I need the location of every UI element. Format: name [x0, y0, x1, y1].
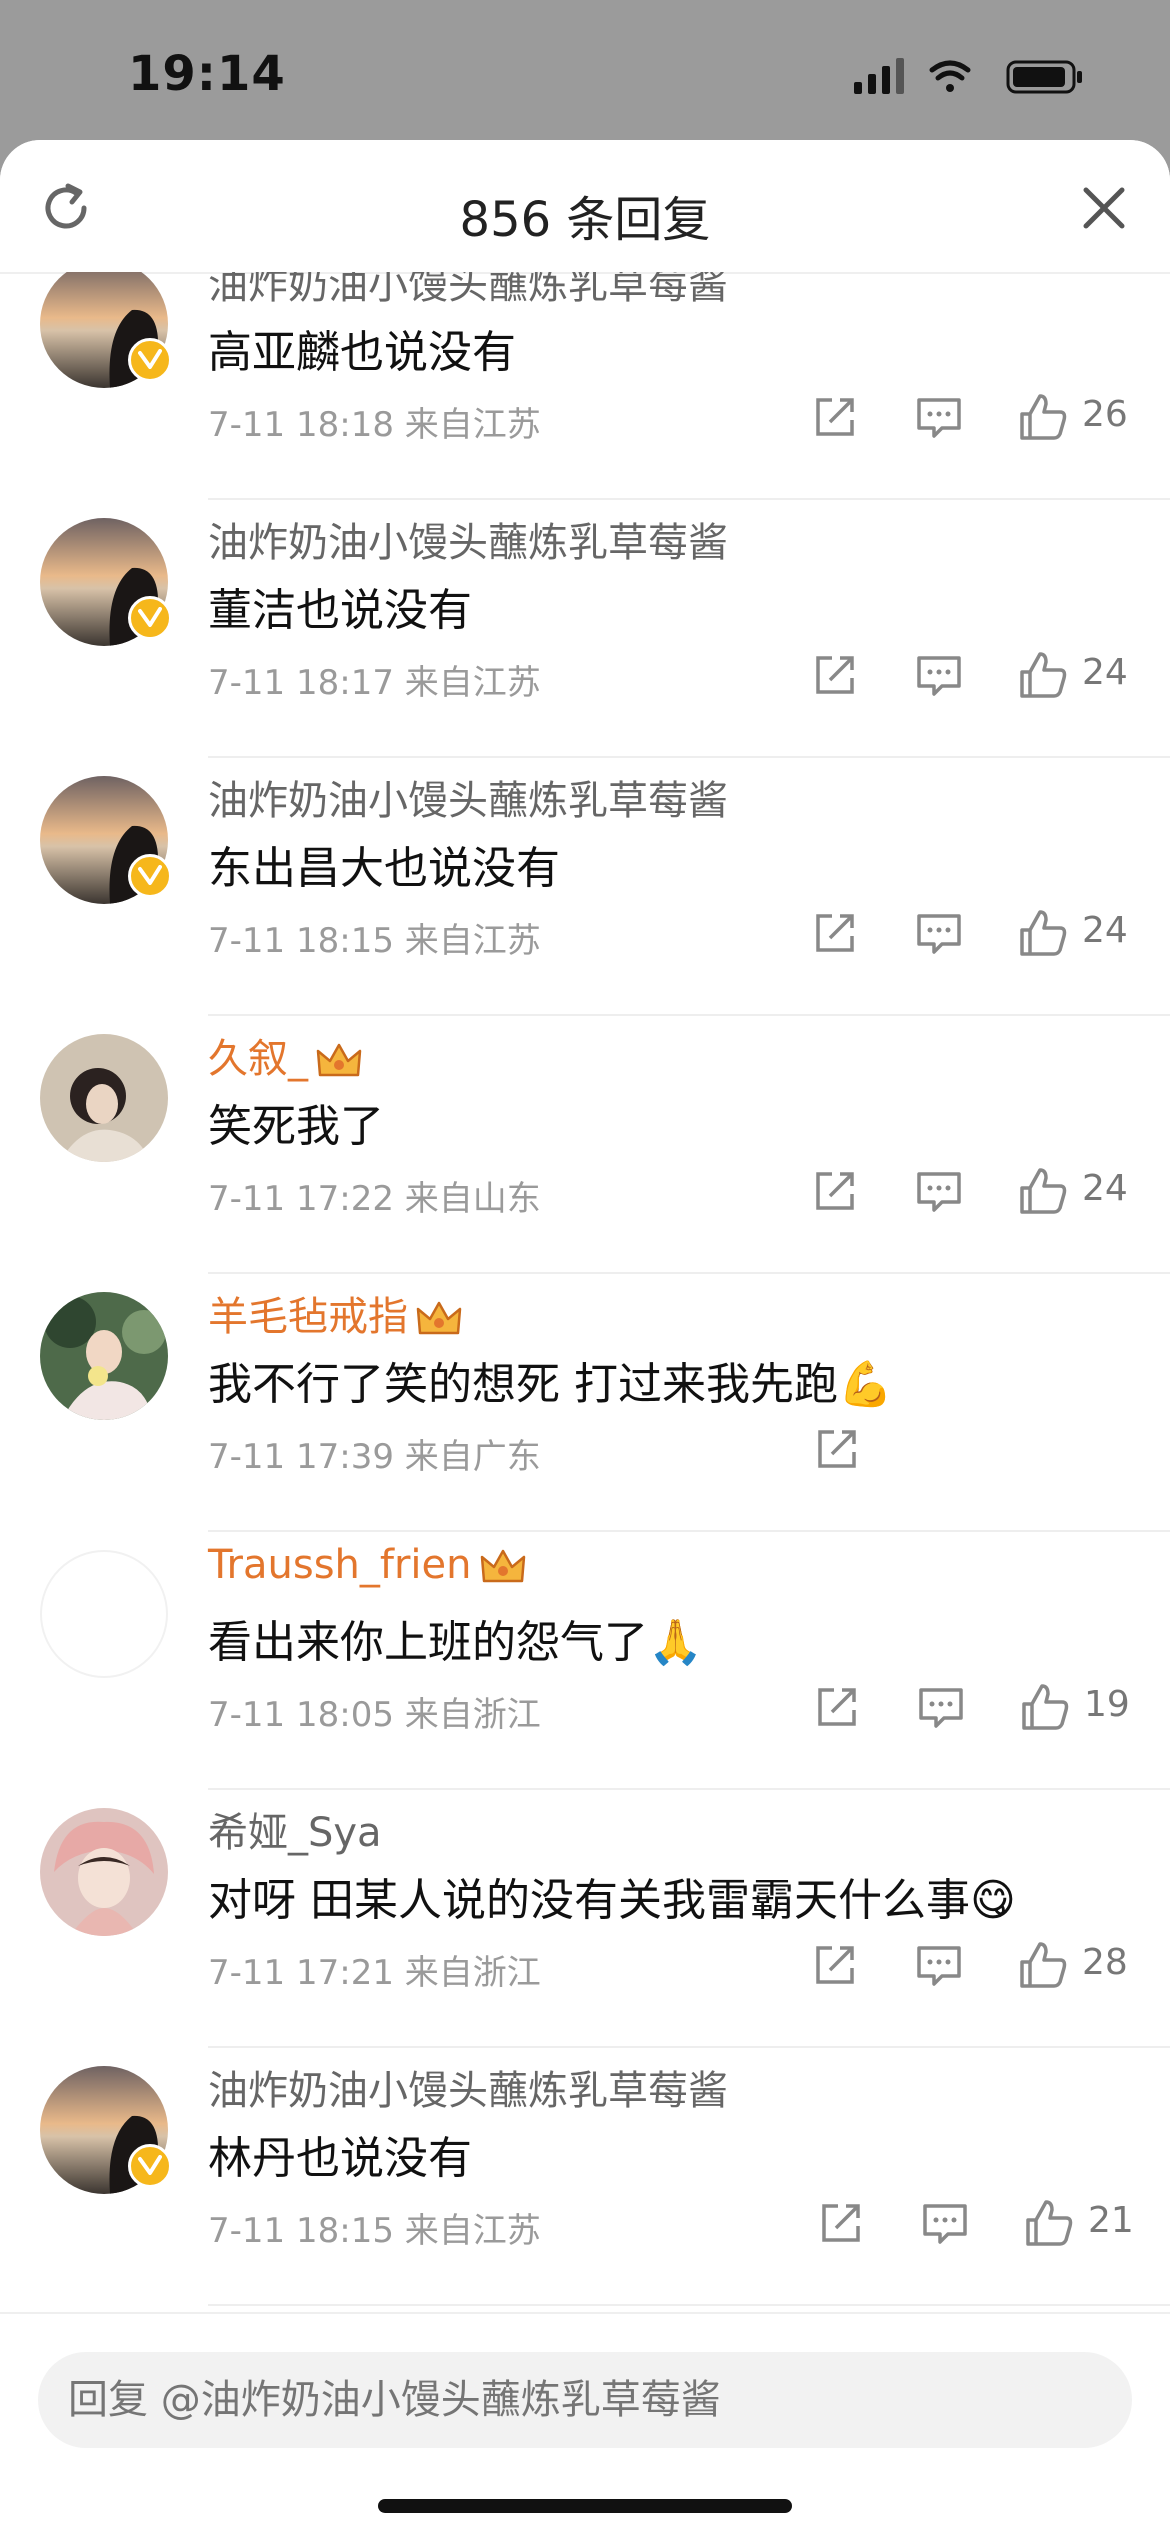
share-icon[interactable] — [810, 908, 860, 958]
like-icon[interactable] — [1018, 650, 1068, 700]
status-time: 19:14 — [128, 46, 286, 102]
home-indicator[interactable] — [378, 2499, 792, 2513]
replies-sheet: 856 条回复 油炸奶油小馒头蘸炼乳草莓酱 高亚麟也说没有 7-11 18:18… — [0, 140, 1170, 2532]
comment-username[interactable]: 希娅_Sya — [208, 1800, 382, 1858]
crown-icon — [480, 1549, 525, 1583]
comment-icon[interactable] — [914, 1940, 964, 1990]
sheet-header: 856 条回复 — [0, 140, 1170, 274]
like-count: 24 — [1082, 910, 1128, 951]
comment-meta: 7-11 17:22 来自山东 — [208, 1179, 541, 1219]
comment-item: 油炸奶油小馒头蘸炼乳草莓酱 林丹也说没有 7-11 18:15 来自江苏 21 — [0, 2048, 1170, 2306]
reply-bar — [0, 2312, 1170, 2532]
comment-username[interactable]: 油炸奶油小馒头蘸炼乳草莓酱 — [208, 272, 728, 310]
comment-meta: 7-11 18:15 来自江苏 — [208, 921, 541, 961]
verified-badge-icon — [128, 2144, 172, 2188]
comment-meta: 7-11 17:21 来自浙江 — [208, 1953, 541, 1993]
share-icon[interactable] — [812, 1682, 862, 1732]
comment-meta: 7-11 18:18 来自江苏 — [208, 405, 541, 445]
avatar[interactable] — [40, 1292, 168, 1420]
like-icon[interactable] — [1018, 1166, 1068, 1216]
comment-item: Traussh_frien 看出来你上班的怨气了🙏 7-11 18:05 来自浙… — [0, 1532, 1170, 1790]
comment-text: 我不行了笑的想死 打过来我先跑💪 — [208, 1359, 893, 1410]
comment-item: 久叙_ 笑死我了 7-11 17:22 来自山东 24 — [0, 1016, 1170, 1274]
share-icon[interactable] — [816, 2198, 866, 2248]
cellular-signal-icon — [854, 58, 904, 94]
comment-username[interactable]: Traussh_frien — [208, 1542, 526, 1588]
avatar[interactable] — [40, 1808, 168, 1936]
comment-meta: 7-11 17:39 来自广东 — [208, 1437, 541, 1477]
like-count: 26 — [1082, 394, 1128, 435]
sheet-title: 856 条回复 — [459, 192, 711, 248]
crown-icon — [416, 1301, 462, 1335]
avatar[interactable] — [40, 1550, 168, 1678]
like-icon[interactable] — [1018, 392, 1068, 442]
comment-username[interactable]: 油炸奶油小馒头蘸炼乳草莓酱 — [208, 510, 728, 568]
share-icon[interactable] — [812, 1424, 862, 1474]
comment-item: 油炸奶油小馒头蘸炼乳草莓酱 东出昌大也说没有 7-11 18:15 来自江苏 2… — [0, 758, 1170, 1016]
avatar[interactable] — [40, 1034, 168, 1162]
crown-icon — [316, 1043, 362, 1077]
status-bar: 19:14 — [0, 0, 1170, 140]
close-icon[interactable] — [1078, 182, 1130, 234]
like-count: 19 — [1084, 1684, 1130, 1725]
comment-meta: 7-11 18:15 来自江苏 — [208, 2211, 541, 2251]
comment-icon[interactable] — [914, 908, 964, 958]
comment-username[interactable]: 羊毛毡戒指 — [208, 1284, 462, 1342]
like-count: 28 — [1082, 1942, 1128, 1983]
comment-item: 油炸奶油小馒头蘸炼乳草莓酱 高亚麟也说没有 7-11 18:18 来自江苏 26 — [0, 272, 1170, 500]
comment-text: 看出来你上班的怨气了🙏 — [208, 1617, 703, 1668]
share-icon[interactable] — [810, 392, 860, 442]
divider — [208, 2304, 1170, 2306]
comment-item: 油炸奶油小馒头蘸炼乳草莓酱 董洁也说没有 7-11 18:17 来自江苏 24 — [0, 500, 1170, 758]
like-icon[interactable] — [1024, 2198, 1074, 2248]
status-icons — [854, 58, 1082, 94]
battery-icon — [1006, 60, 1082, 94]
comment-list[interactable]: 油炸奶油小馒头蘸炼乳草莓酱 高亚麟也说没有 7-11 18:18 来自江苏 26… — [0, 272, 1170, 2312]
like-count: 24 — [1082, 1168, 1128, 1209]
like-icon[interactable] — [1018, 1940, 1068, 1990]
share-icon[interactable] — [810, 1166, 860, 1216]
wifi-icon — [929, 60, 971, 92]
comment-text: 笑死我了 — [208, 1101, 384, 1152]
comment-text: 林丹也说没有 — [208, 2133, 472, 2184]
comment-username[interactable]: 油炸奶油小馒头蘸炼乳草莓酱 — [208, 768, 728, 826]
verified-badge-icon — [128, 596, 172, 640]
comment-text: 高亚麟也说没有 — [208, 327, 516, 378]
comment-icon[interactable] — [914, 392, 964, 442]
comment-item: 希娅_Sya 对呀 田某人说的没有关我雷霸天什么事😋 7-11 17:21 来自… — [0, 1790, 1170, 2048]
comment-text: 东出昌大也说没有 — [208, 843, 560, 894]
comment-icon[interactable] — [914, 650, 964, 700]
verified-badge-icon — [128, 338, 172, 382]
comment-meta: 7-11 18:05 来自浙江 — [208, 1695, 541, 1735]
comment-text: 董洁也说没有 — [208, 585, 472, 636]
comment-item: 羊毛毡戒指 我不行了笑的想死 打过来我先跑💪 7-11 17:39 来自广东 — [0, 1274, 1170, 1532]
share-icon[interactable] — [810, 1940, 860, 1990]
like-count: 24 — [1082, 652, 1128, 693]
verified-badge-icon — [128, 854, 172, 898]
comment-icon[interactable] — [920, 2198, 970, 2248]
comment-meta: 7-11 18:17 来自江苏 — [208, 663, 541, 703]
like-icon[interactable] — [1018, 908, 1068, 958]
share-icon[interactable] — [810, 650, 860, 700]
comment-text: 对呀 田某人说的没有关我雷霸天什么事😋 — [208, 1875, 1016, 1926]
like-icon[interactable] — [1020, 1682, 1070, 1732]
reply-input[interactable] — [38, 2352, 1132, 2448]
comment-icon[interactable] — [916, 1682, 966, 1732]
comment-username[interactable]: 久叙_ — [208, 1026, 362, 1084]
comment-username[interactable]: 油炸奶油小馒头蘸炼乳草莓酱 — [208, 2058, 728, 2116]
comment-icon[interactable] — [914, 1166, 964, 1216]
like-count: 21 — [1088, 2200, 1134, 2241]
